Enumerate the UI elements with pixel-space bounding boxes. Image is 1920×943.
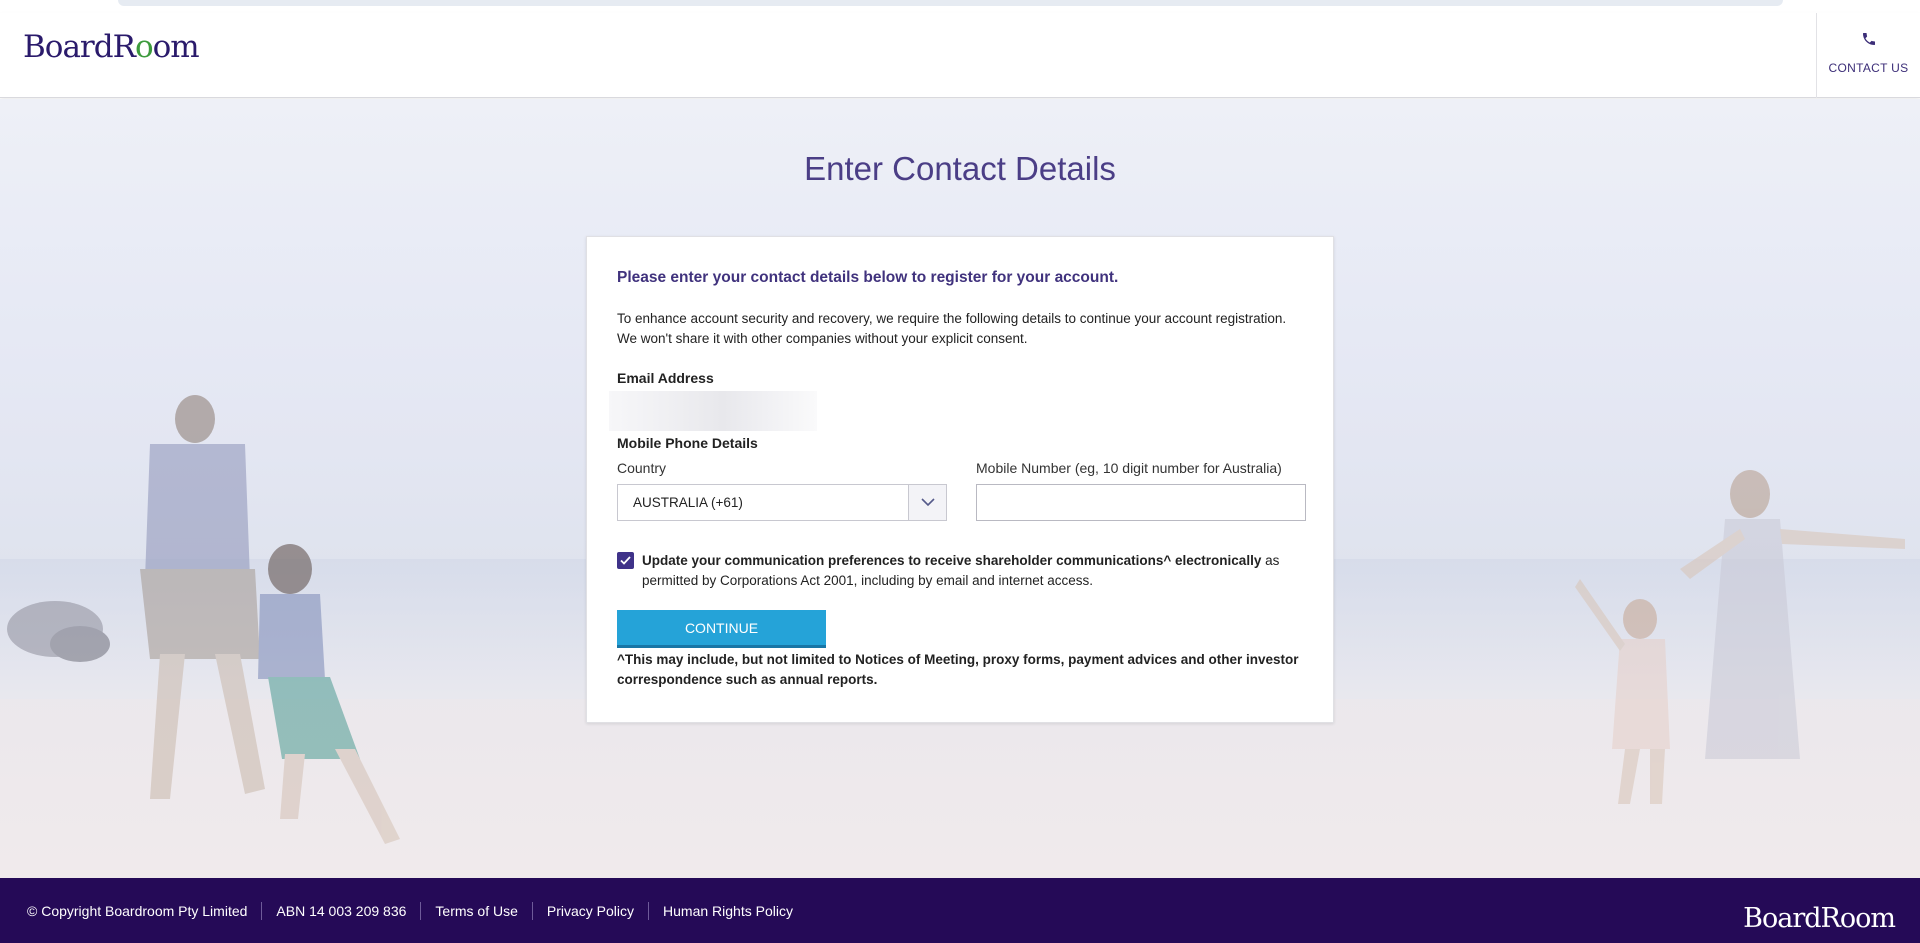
country-select[interactable]: AUSTRALIA (+61) xyxy=(617,484,947,521)
terms-of-use-link[interactable]: Terms of Use xyxy=(420,901,531,920)
footer-links: © Copyright Boardroom Pty Limited ABN 14… xyxy=(27,878,807,943)
country-select-value: AUSTRALIA (+61) xyxy=(633,495,743,510)
site-header: BoardRoom CONTACT US xyxy=(0,13,1920,98)
privacy-policy-link[interactable]: Privacy Policy xyxy=(531,901,648,920)
contact-us-button[interactable]: CONTACT US xyxy=(1816,13,1920,98)
mobile-number-label: Mobile Number (eg, 10 digit number for A… xyxy=(976,460,1282,476)
description-line-1: To enhance account security and recovery… xyxy=(617,311,1287,326)
chevron-down-icon[interactable] xyxy=(908,485,946,520)
consent-bold-text: Update your communication preferences to… xyxy=(642,553,1262,568)
mobile-number-input[interactable] xyxy=(976,484,1306,521)
footnote: ^This may include, but not limited to No… xyxy=(617,652,1299,687)
phone-icon xyxy=(1817,31,1920,49)
footer-logo: BoardRoom xyxy=(1743,903,1896,934)
human-rights-policy-link[interactable]: Human Rights Policy xyxy=(648,901,807,920)
copyright-text: © Copyright Boardroom Pty Limited xyxy=(27,902,248,919)
contact-details-card: Please enter your contact details below … xyxy=(586,236,1334,723)
email-value-redacted xyxy=(609,391,817,431)
country-label: Country xyxy=(617,460,667,476)
phone-section-label: Mobile Phone Details xyxy=(617,435,758,451)
email-label: Email Address xyxy=(617,370,714,386)
continue-button[interactable]: CONTINUE xyxy=(617,610,826,648)
page-title: Enter Contact Details xyxy=(804,150,1116,187)
form-intro: Please enter your contact details below … xyxy=(617,269,1119,286)
contact-us-label: CONTACT US xyxy=(1828,61,1909,75)
description-line-2: We won't share it with other companies w… xyxy=(617,331,1028,346)
abn-text: ABN 14 003 209 836 xyxy=(261,901,420,920)
site-footer: © Copyright Boardroom Pty Limited ABN 14… xyxy=(0,878,1920,943)
browser-top-strip xyxy=(118,0,1783,6)
boardroom-logo[interactable]: BoardRoom xyxy=(23,29,200,65)
form-description: To enhance account security and recovery… xyxy=(617,309,1317,349)
check-icon xyxy=(620,556,631,565)
consent-checkbox[interactable] xyxy=(617,552,634,569)
consent-text: Update your communication preferences to… xyxy=(642,551,1307,591)
